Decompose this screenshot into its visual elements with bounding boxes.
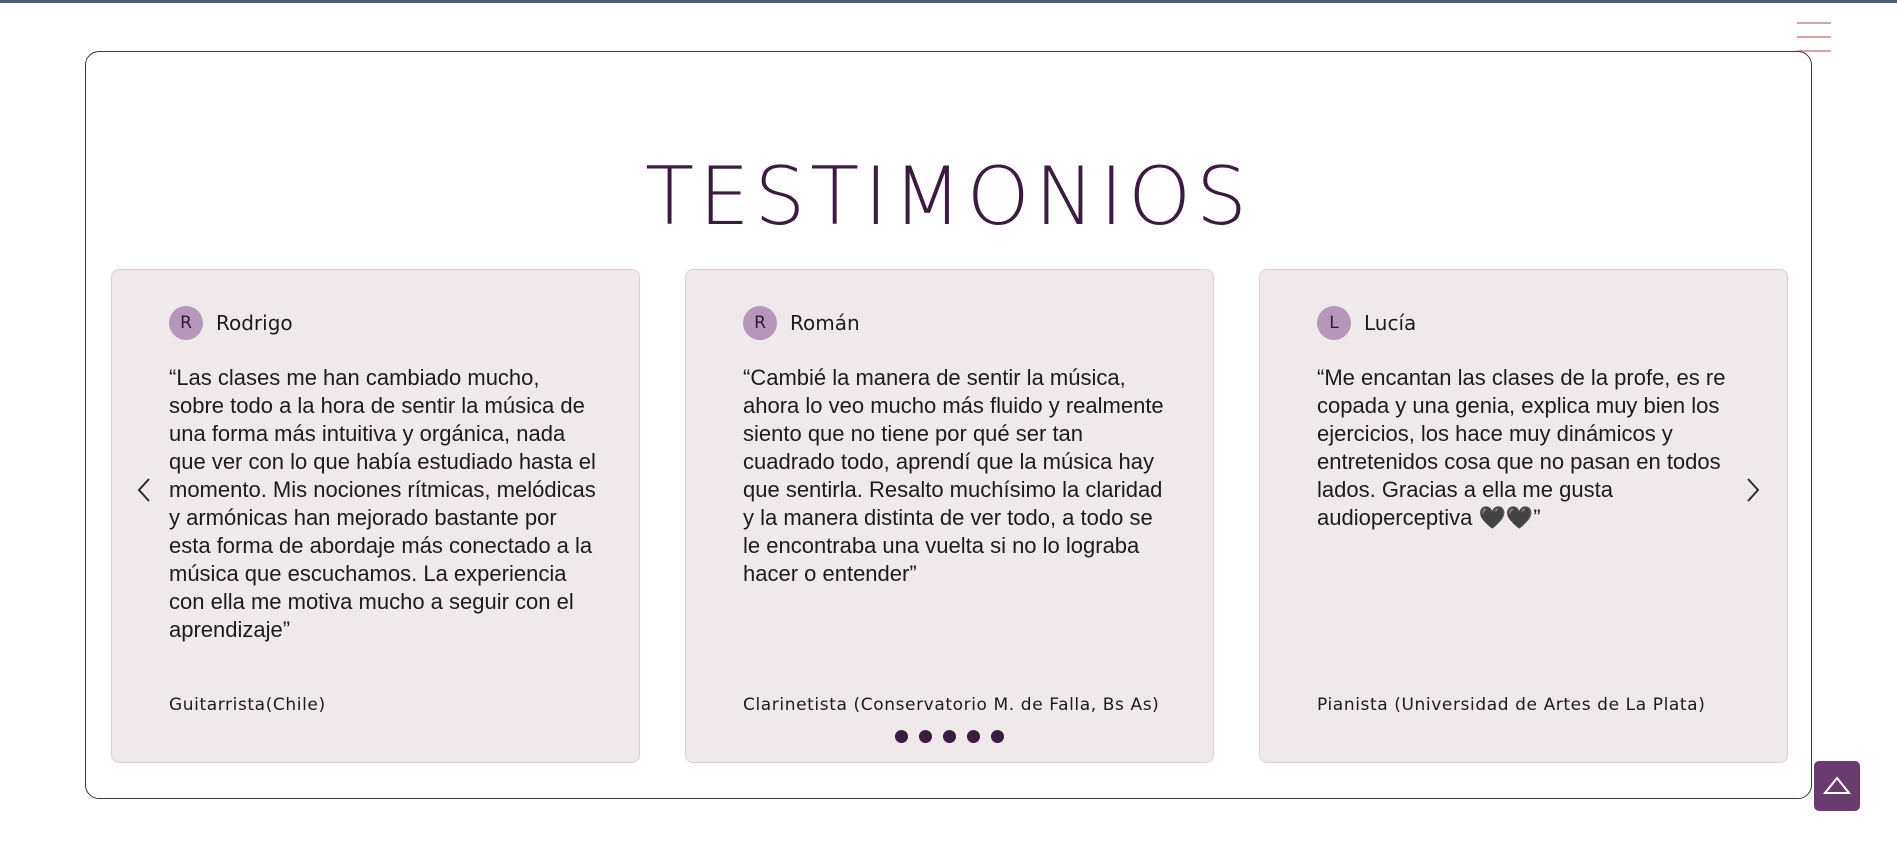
testimonial-quote: “Cambié la manera de sentir la música, a…	[743, 365, 1164, 586]
testimonial-card: L Lucía “Me encantan las clases de la pr…	[1259, 269, 1788, 763]
testimonials-section: TESTIMONIOS R Rodrigo “Las clases me han…	[85, 51, 1812, 799]
testimonial-quote: “Me encantan las clases de la profe, es …	[1317, 365, 1726, 530]
avatar: R	[169, 306, 203, 340]
testimonial-header: R Rodrigo	[169, 306, 293, 340]
testimonial-quote: “Las clases me han cambiado mucho, sobre…	[169, 365, 596, 642]
carousel-dot[interactable]	[895, 730, 908, 743]
carousel-pagination	[686, 730, 1213, 743]
author-name: Rodrigo	[216, 311, 293, 335]
testimonial-header: R Román	[743, 306, 860, 340]
carousel-dot[interactable]	[919, 730, 932, 743]
top-accent-bar	[0, 0, 1897, 3]
author-role: Clarinetista (Conservatorio M. de Falla,…	[743, 695, 1160, 715]
chevron-right-icon[interactable]	[1740, 473, 1764, 507]
carousel-dot[interactable]	[967, 730, 980, 743]
testimonial-card: R Román “Cambié la manera de sentir la m…	[685, 269, 1214, 763]
triangle-up-icon	[1823, 776, 1851, 794]
carousel-dot[interactable]	[943, 730, 956, 743]
scroll-to-top-button[interactable]	[1814, 761, 1860, 811]
carousel-dot[interactable]	[991, 730, 1004, 743]
avatar: L	[1317, 306, 1351, 340]
author-name: Román	[790, 311, 860, 335]
hamburger-icon[interactable]	[1797, 22, 1831, 52]
chevron-left-icon[interactable]	[133, 473, 157, 507]
author-role: Pianista (Universidad de Artes de La Pla…	[1317, 695, 1706, 715]
testimonial-header: L Lucía	[1317, 306, 1416, 340]
author-name: Lucía	[1364, 311, 1417, 335]
author-role: Guitarrista(Chile)	[169, 695, 326, 715]
avatar: R	[743, 306, 777, 340]
section-title: TESTIMONIOS	[645, 150, 1252, 243]
testimonial-card: R Rodrigo “Las clases me han cambiado mu…	[111, 269, 640, 763]
